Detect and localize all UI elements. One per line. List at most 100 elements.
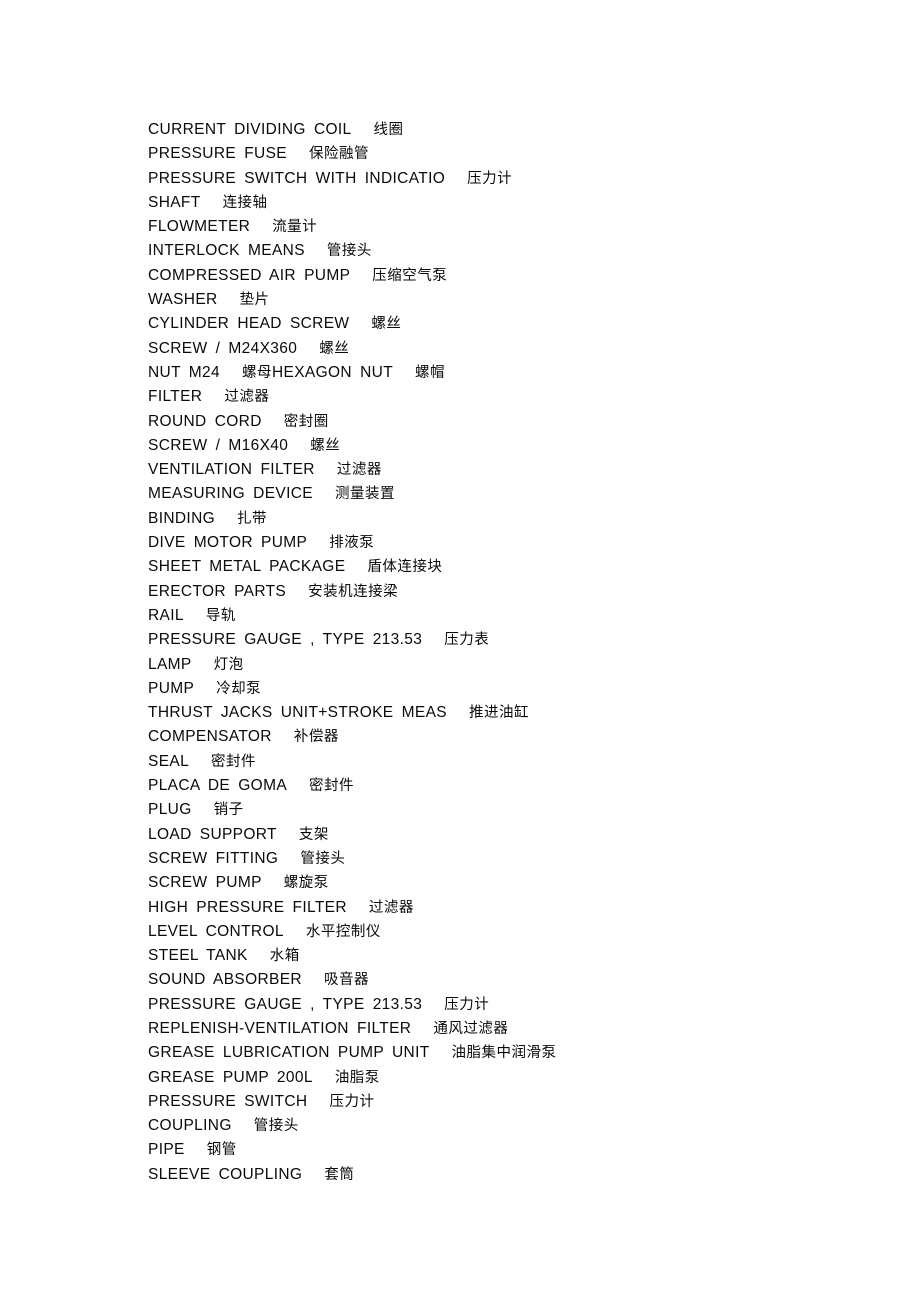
term-english: DIVE MOTOR PUMP [148,534,308,552]
term-chinese: 水箱 [269,948,300,965]
glossary-row: PLUG 销子 [148,798,888,822]
glossary-row: PLACA DE GOMA 密封件 [148,774,888,798]
glossary-list: CURRENT DIVIDING COIL 线圈 PRESSURE FUSE 保险融管… [148,118,888,1187]
term-english: PLACA DE GOMA [148,777,288,795]
glossary-row: REPLENISH-VENTILATION FILTER 通风过滤器 [148,1017,888,1041]
term-chinese: 吸音器 [323,972,369,989]
term-chinese: 密封圈 [283,413,329,430]
term-english: VENTILATION FILTER [148,461,315,479]
term-english-secondary: HEXAGON NUT [271,363,394,381]
glossary-row: INTERLOCK MEANS 管接头 [148,239,888,263]
term-english: SLEEVE COUPLING [148,1165,303,1183]
term-english: PIPE [148,1141,185,1159]
term-english: PRESSURE GAUGE , TYPE 213.53 [148,995,423,1013]
term-chinese: 连接轴 [222,194,268,211]
glossary-row: WASHER 垫片 [148,288,888,312]
glossary-row: SLEEVE COUPLING 套筒 [148,1163,888,1187]
glossary-row: COMPRESSED AIR PUMP 压缩空气泵 [148,264,888,288]
glossary-row: SCREW FITTING 管接头 [148,847,888,871]
term-chinese: 管接头 [300,850,346,867]
glossary-row: PIPE 钢管 [148,1138,888,1162]
term-english: RAIL [148,606,184,624]
term-english: FLOWMETER [148,218,251,236]
term-english: BINDING [148,509,216,527]
term-english: COUPLING [148,1117,232,1135]
term-english: COMPENSATOR [148,728,272,746]
term-chinese: 压力计 [467,170,513,187]
term-chinese: 扎带 [237,510,268,527]
glossary-row: PRESSURE SWITCH WITH INDICATIO 压力计 [148,167,888,191]
glossary-row: STEEL TANK 水箱 [148,944,888,968]
term-english: SCREW FITTING [148,849,279,867]
term-chinese: 过滤器 [336,462,382,479]
term-chinese: 压缩空气泵 [372,267,448,284]
term-chinese: 压力计 [329,1093,375,1110]
glossary-row: MEASURING DEVICE 测量装置 [148,482,888,506]
term-chinese: 螺旋泵 [283,875,329,892]
glossary-row: SEAL 密封件 [148,750,888,774]
glossary-row: HIGH PRESSURE FILTER 过滤器 [148,896,888,920]
term-english: SHEET METAL PACKAGE [148,558,346,576]
term-chinese: 密封件 [211,753,257,770]
term-chinese: 密封件 [309,778,355,795]
term-chinese: 销子 [213,802,244,819]
term-chinese: 盾体连接块 [367,559,443,576]
glossary-row: COUPLING 管接头 [148,1114,888,1138]
term-chinese: 导轨 [205,607,236,624]
term-chinese: 保险融管 [308,146,369,163]
term-chinese: 螺母 [241,364,272,381]
term-chinese: 流量计 [272,219,318,236]
term-chinese: 油脂集中润滑泵 [451,1045,557,1062]
term-chinese: 测量装置 [335,486,395,503]
term-english: CYLINDER HEAD SCREW [148,315,350,333]
glossary-row: SOUND ABSORBER 吸音器 [148,968,888,992]
glossary-row: DIVE MOTOR PUMP 排液泵 [148,531,888,555]
document-page: CURRENT DIVIDING COIL 线圈 PRESSURE FUSE 保险融管… [0,0,920,1302]
term-english: CURRENT DIVIDING COIL [148,121,352,138]
term-chinese: 管接头 [326,243,372,260]
term-chinese: 油脂泵 [334,1069,380,1086]
glossary-row: LEVEL CONTROL 水平控制仪 [148,920,888,944]
glossary-row: RAIL 导轨 [148,604,888,628]
term-chinese: 排液泵 [329,535,375,552]
term-english: THRUST JACKS UNIT+STROKE MEAS [148,704,447,722]
term-english: PUMP [148,679,195,697]
term-chinese: 支架 [298,826,329,843]
term-chinese: 管接头 [253,1118,299,1135]
term-english: HIGH PRESSURE FILTER [148,898,347,916]
term-english: MEASURING DEVICE [148,485,313,503]
glossary-row: SCREW PUMP 螺旋泵 [148,871,888,895]
term-english: PLUG [148,801,192,819]
term-english: LAMP [148,655,192,673]
glossary-row: COMPENSATOR 补偿器 [148,725,888,749]
glossary-row: FILTER 过滤器 [148,385,888,409]
term-english: SCREW / M16X40 [148,436,289,454]
glossary-row: BINDING 扎带 [148,507,888,531]
term-chinese: 螺丝 [371,316,402,333]
glossary-row: CYLINDER HEAD SCREW 螺丝 [148,312,888,336]
glossary-row: ERECTOR PARTS 安装机连接梁 [148,580,888,604]
term-english: SCREW / M24X360 [148,339,298,357]
term-chinese-secondary: 螺帽 [415,364,446,381]
term-chinese: 通风过滤器 [433,1020,509,1037]
term-chinese: 过滤器 [368,899,414,916]
term-english: LOAD SUPPORT [148,825,277,843]
glossary-row: SHAFT 连接轴 [148,191,888,215]
glossary-row: PRESSURE SWITCH 压力计 [148,1090,888,1114]
term-english: NUT M24 [148,363,220,381]
term-english: WASHER [148,291,218,309]
glossary-row: THRUST JACKS UNIT+STROKE MEAS 推进油缸 [148,701,888,725]
term-english: ROUND CORD [148,412,262,430]
glossary-row: PUMP 冷却泵 [148,677,888,701]
term-english: INTERLOCK MEANS [148,242,305,260]
glossary-row: PRESSURE FUSE 保险融管 [148,142,888,166]
term-english: PRESSURE SWITCH [148,1092,308,1110]
term-english: LEVEL CONTROL [148,922,284,940]
term-english: SHAFT [148,193,201,211]
term-chinese: 补偿器 [293,729,339,746]
glossary-row: CURRENT DIVIDING COIL 线圈 [148,118,888,142]
glossary-row: SCREW / M24X360 螺丝 [148,337,888,361]
glossary-row: LOAD SUPPORT 支架 [148,823,888,847]
term-english: FILTER [148,388,203,406]
term-english: PRESSURE GAUGE , TYPE 213.53 [148,631,423,649]
